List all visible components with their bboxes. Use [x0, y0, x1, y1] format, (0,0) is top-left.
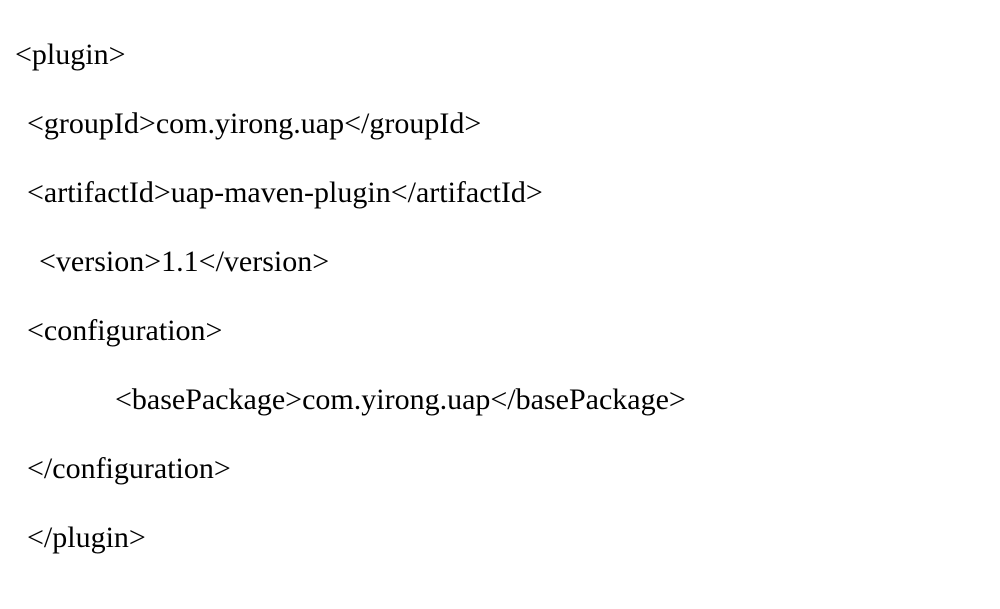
- xml-configuration-open: <configuration>: [15, 296, 985, 365]
- xml-plugin-open: <plugin>: [15, 20, 985, 89]
- xml-basepackage: <basePackage>com.yirong.uap</basePackage…: [15, 365, 985, 434]
- xml-plugin-close: </plugin>: [15, 503, 985, 572]
- xml-version: <version>1.1</version>: [15, 227, 985, 296]
- xml-configuration-close: </configuration>: [15, 434, 985, 503]
- xml-groupid: <groupId>com.yirong.uap</groupId>: [15, 89, 985, 158]
- xml-artifactid: <artifactId>uap-maven-plugin</artifactId…: [15, 158, 985, 227]
